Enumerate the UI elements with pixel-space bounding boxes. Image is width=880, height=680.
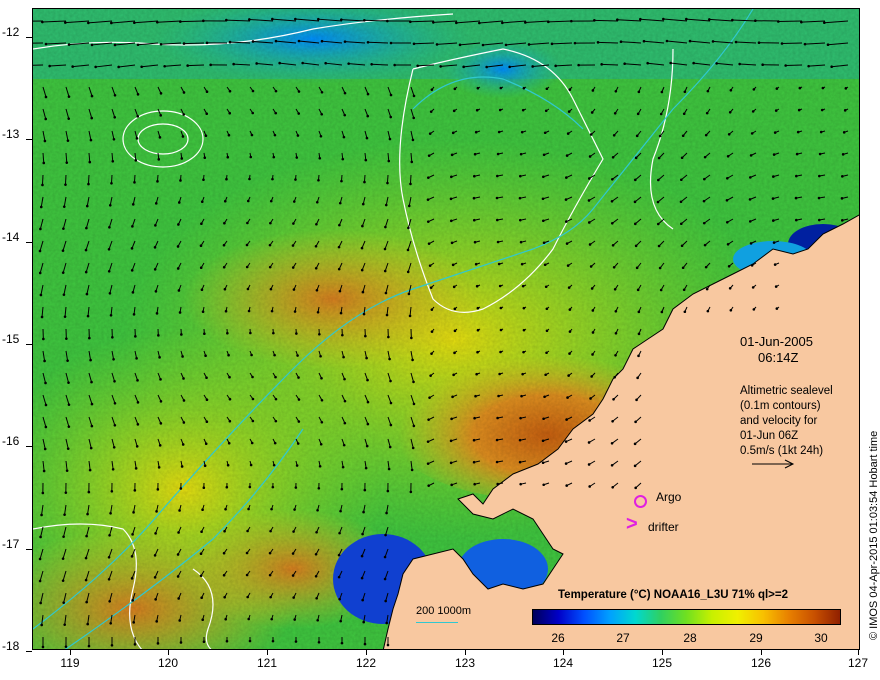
lon-tick (366, 650, 367, 655)
lat-tick (26, 651, 32, 652)
lon-label: 126 (750, 656, 772, 670)
colorbar-tick: 28 (683, 631, 697, 645)
argo-circle-icon (634, 495, 647, 508)
lat-tick (26, 37, 32, 38)
lon-label: 124 (552, 656, 574, 670)
sst-map (32, 8, 860, 650)
lon-tick (858, 650, 859, 655)
lon-tick (662, 650, 663, 655)
drifter-chevron-icon: > (626, 513, 638, 535)
drifter-legend-label: drifter (648, 520, 679, 534)
lat-label: -14 (2, 230, 20, 244)
altimetry-line: and velocity for (740, 415, 818, 427)
isobath-scale-label: 200 1000m (416, 605, 472, 617)
temperature-colorbar (532, 609, 841, 625)
lon-label: 120 (157, 656, 179, 670)
lat-label: -17 (2, 537, 20, 551)
lat-label: -16 (2, 434, 20, 448)
isobath-scale-line (416, 622, 458, 623)
date-label: 01-Jun-2005 (740, 334, 813, 349)
altimetry-line: (0.1m contours) (740, 400, 821, 412)
velocity-scale-arrow (752, 459, 795, 469)
lon-label: 122 (355, 656, 377, 670)
lat-label: -13 (2, 127, 20, 141)
colorbar-title: Temperature (°C) NOAA16_L3U 71% ql>=2 (558, 589, 788, 601)
lat-label: -12 (2, 25, 20, 39)
lat-tick (26, 446, 32, 447)
altimetry-line: 01-Jun 06Z (740, 430, 799, 442)
map-canvas (33, 9, 859, 649)
lat-tick (26, 242, 32, 243)
lat-tick (26, 139, 32, 140)
lon-label: 121 (256, 656, 278, 670)
lat-tick (26, 549, 32, 550)
time-label: 06:14Z (758, 350, 799, 365)
colorbar-tick: 26 (551, 631, 565, 645)
lon-tick (70, 650, 71, 655)
lat-label: -18 (2, 639, 20, 653)
colorbar-tick: 29 (749, 631, 763, 645)
lon-label: 123 (454, 656, 476, 670)
argo-legend-label: Argo (656, 490, 682, 504)
lon-tick (563, 650, 564, 655)
lon-label: 127 (847, 656, 869, 670)
altimetry-line: 0.5m/s (1kt 24h) (740, 445, 824, 457)
altimetry-line: Altimetric sealevel (740, 385, 833, 397)
lon-tick (168, 650, 169, 655)
lat-label: -15 (2, 332, 20, 346)
colorbar-tick: 27 (616, 631, 630, 645)
lon-label: 119 (60, 656, 80, 670)
lon-tick (267, 650, 268, 655)
lon-label: 125 (651, 656, 673, 670)
lat-tick (26, 344, 32, 345)
lon-tick (465, 650, 466, 655)
lon-tick (761, 650, 762, 655)
colorbar-tick: 30 (814, 631, 828, 645)
credit-text: © IMOS 04-Apr-2015 01:03:54 Hobart time (868, 430, 880, 640)
